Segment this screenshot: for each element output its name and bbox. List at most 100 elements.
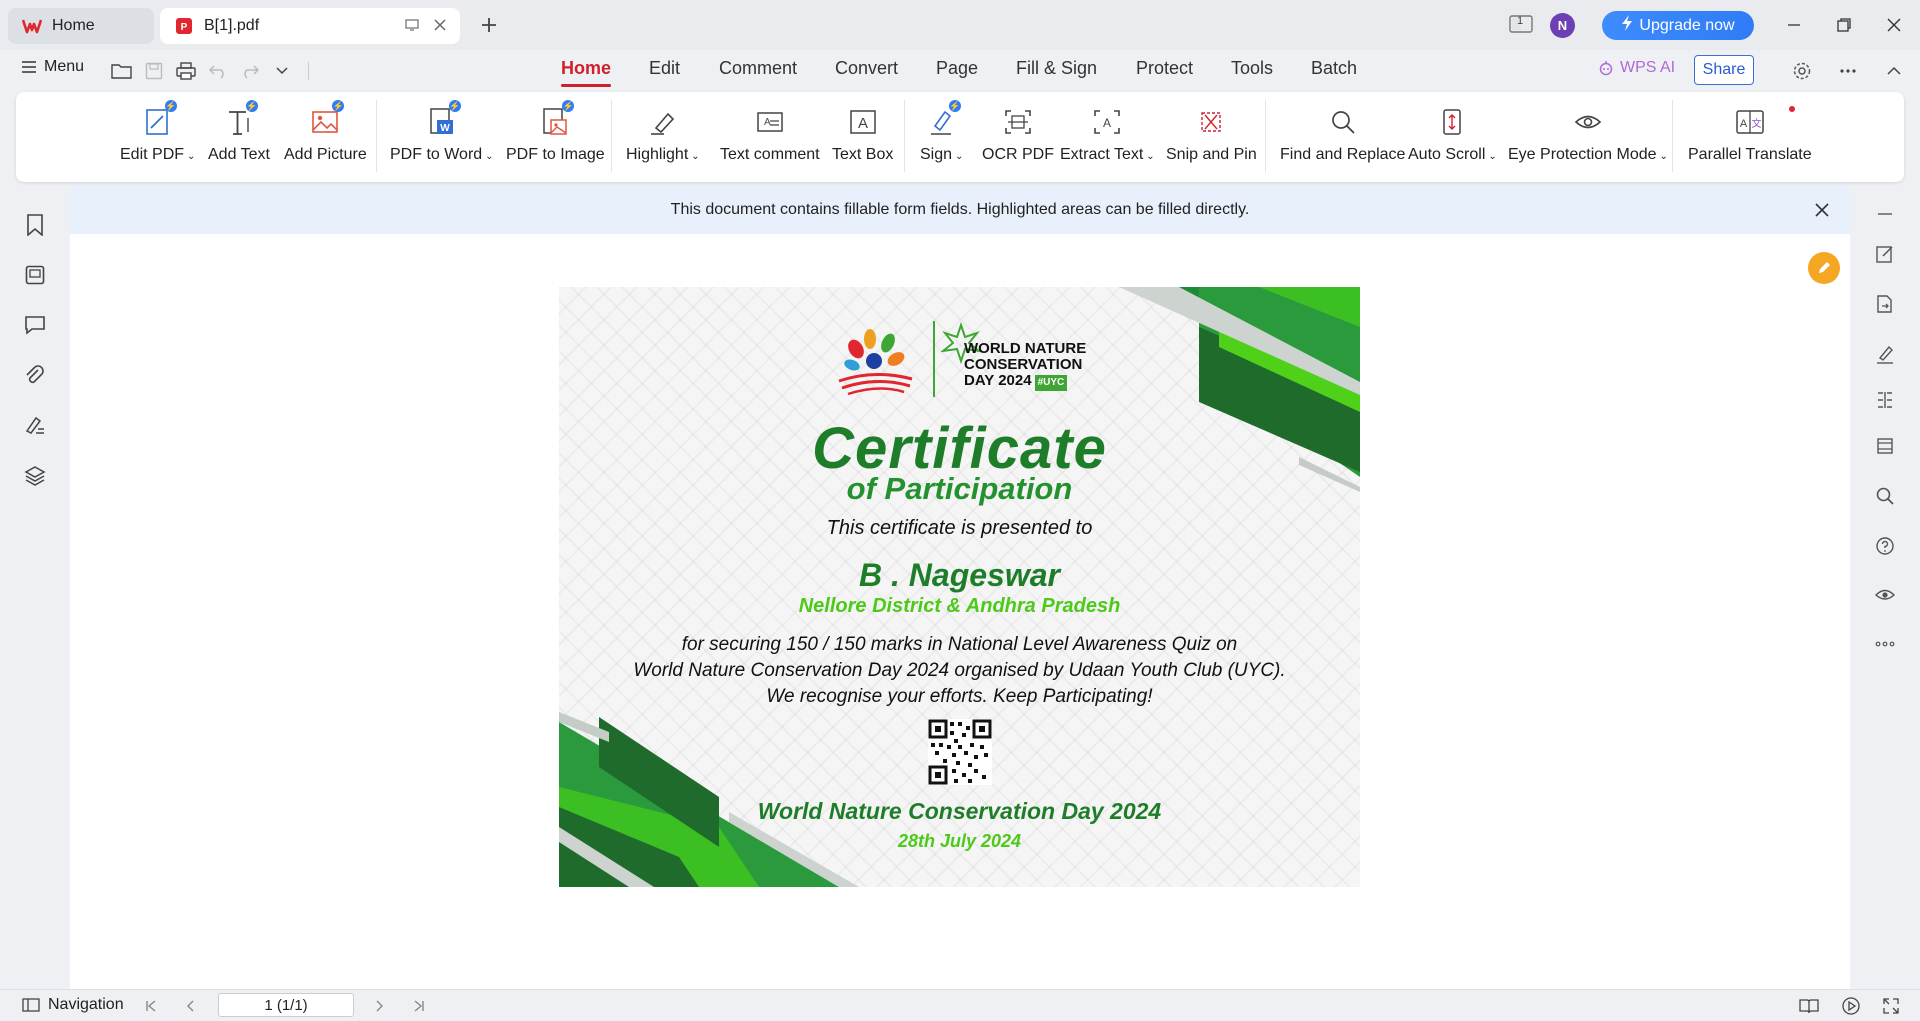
- convert-file-icon[interactable]: [1873, 292, 1897, 316]
- more-tools-icon[interactable]: [1873, 632, 1897, 656]
- sign-pen-icon[interactable]: [1873, 342, 1897, 366]
- restore-button[interactable]: [1831, 12, 1857, 38]
- close-notice-icon[interactable]: [1810, 198, 1834, 222]
- find-and-replace-label: Find and Replace: [1280, 146, 1406, 163]
- upgrade-button[interactable]: Upgrade now: [1602, 11, 1754, 40]
- new-tab-button[interactable]: [478, 10, 500, 40]
- pdf-to-image-button[interactable]: ⚡ PDF to Image: [506, 100, 605, 174]
- reading-mode-icon[interactable]: [1798, 995, 1820, 1017]
- pdf-file-icon: P: [174, 16, 194, 36]
- print-icon[interactable]: [174, 60, 198, 82]
- magnifier-icon: [1326, 104, 1360, 140]
- highlight-label: Highlight: [626, 146, 689, 163]
- pdf-to-word-button[interactable]: W ⚡ PDF to Word ⌄: [390, 100, 494, 174]
- extract-text-button[interactable]: A Extract Text ⌄: [1060, 104, 1155, 174]
- quick-access-dropdown-icon[interactable]: [270, 60, 294, 82]
- sign-label: Sign: [920, 146, 953, 163]
- add-text-button[interactable]: ⚡ Add Text: [208, 100, 270, 174]
- bookmark-icon[interactable]: [22, 212, 48, 238]
- add-picture-button[interactable]: ⚡ Add Picture: [284, 100, 367, 174]
- tab-home[interactable]: Home: [8, 8, 154, 44]
- logo-divider: [933, 321, 935, 397]
- navigation-toggle[interactable]: Navigation: [22, 996, 124, 1014]
- eye-care-icon[interactable]: [1873, 582, 1897, 606]
- text-box-icon: A: [846, 104, 880, 140]
- uyc-logo-icon: [838, 329, 913, 396]
- tab-home-ribbon[interactable]: Home: [561, 58, 612, 87]
- highlight-button[interactable]: Highlight ⌄: [626, 104, 700, 174]
- logo-line-1: WORLD NATURE: [964, 340, 1087, 357]
- tab-document[interactable]: P B[1].pdf: [160, 8, 460, 44]
- text-comment-button[interactable]: A Text comment: [720, 104, 820, 174]
- signature-panel-icon[interactable]: [22, 412, 48, 438]
- tab-convert[interactable]: Convert: [835, 58, 898, 79]
- fullscreen-icon[interactable]: [1880, 995, 1902, 1017]
- auto-scroll-button[interactable]: Auto Scroll ⌄: [1408, 104, 1497, 174]
- redo-icon[interactable]: [238, 60, 262, 82]
- right-sidebar: [1850, 186, 1920, 989]
- attachment-icon[interactable]: [22, 362, 48, 388]
- text-comment-label: Text comment: [720, 146, 820, 163]
- pen-sign-icon: ⚡: [925, 100, 961, 140]
- edit-fab-icon[interactable]: [1808, 252, 1840, 284]
- text-box-button[interactable]: A Text Box: [832, 104, 893, 174]
- page-number-input[interactable]: 1 (1/1): [218, 993, 354, 1017]
- settings-icon[interactable]: [1790, 60, 1814, 82]
- wps-ai-button[interactable]: WPS AI: [1598, 59, 1675, 77]
- page-count-indicator[interactable]: 1: [1508, 10, 1534, 38]
- certificate-page: WORLD NATURE CONSERVATION DAY 2024 #UYC C…: [559, 287, 1360, 887]
- play-slideshow-icon[interactable]: [1840, 995, 1862, 1017]
- ocr-icon: [1001, 104, 1035, 140]
- text-box-label: Text Box: [832, 146, 894, 163]
- parallel-translate-button[interactable]: A文 Parallel Translate: [1688, 104, 1812, 174]
- more-options-icon[interactable]: [1836, 60, 1860, 82]
- edit-pdf-label: Edit PDF: [120, 146, 185, 163]
- layers-icon[interactable]: [22, 462, 48, 488]
- search-icon[interactable]: [1873, 484, 1897, 508]
- sign-button[interactable]: ⚡ Sign ⌄: [920, 100, 963, 174]
- notice-text: This document contains fillable form fie…: [670, 201, 1250, 218]
- help-icon[interactable]: [1873, 534, 1897, 558]
- translate-icon: A文: [1733, 104, 1767, 140]
- next-page-icon[interactable]: [370, 997, 388, 1015]
- close-tab-icon[interactable]: [432, 17, 448, 38]
- collapse-ribbon-icon[interactable]: [1882, 60, 1906, 82]
- undo-icon[interactable]: [206, 60, 230, 82]
- auto-scroll-icon: [1435, 104, 1469, 140]
- tab-comment[interactable]: Comment: [719, 58, 797, 79]
- collapse-panel-icon[interactable]: [1873, 202, 1897, 226]
- tab-tools[interactable]: Tools: [1231, 58, 1273, 79]
- thumbnails-icon[interactable]: [22, 262, 48, 288]
- comments-panel-icon[interactable]: [22, 312, 48, 338]
- open-folder-icon[interactable]: [110, 60, 134, 82]
- ai-sparkle-icon: [1599, 61, 1613, 76]
- save-icon[interactable]: [142, 60, 166, 82]
- tab-page[interactable]: Page: [936, 58, 978, 79]
- edit-pdf-icon: ⚡: [141, 100, 177, 140]
- avatar[interactable]: N: [1550, 13, 1575, 38]
- first-page-icon[interactable]: [142, 997, 160, 1015]
- extract-text-label: Extract Text: [1060, 146, 1144, 163]
- compare-icon[interactable]: [1873, 388, 1897, 412]
- tab-fill-sign[interactable]: Fill & Sign: [1016, 58, 1097, 79]
- highlighter-icon: [646, 104, 680, 140]
- snip-and-pin-button[interactable]: Snip and Pin: [1166, 104, 1257, 174]
- edit-document-icon[interactable]: [1873, 242, 1897, 266]
- uyc-tag: #UYC: [1034, 375, 1068, 391]
- last-page-icon[interactable]: [410, 997, 428, 1015]
- eye-protection-mode-button[interactable]: Eye Protection Mode ⌄: [1508, 104, 1668, 174]
- tab-protect[interactable]: Protect: [1136, 58, 1193, 79]
- window-mode-icon[interactable]: [404, 17, 420, 38]
- menu-button[interactable]: Menu: [22, 58, 84, 76]
- close-window-button[interactable]: [1881, 12, 1907, 38]
- tab-edit[interactable]: Edit: [649, 58, 680, 79]
- ocr-pdf-button[interactable]: OCR PDF: [982, 104, 1054, 174]
- find-and-replace-button[interactable]: Find and Replace: [1280, 104, 1405, 174]
- previous-page-icon[interactable]: [182, 997, 200, 1015]
- page-view-icon[interactable]: [1873, 434, 1897, 458]
- edit-pdf-button[interactable]: ⚡ Edit PDF ⌄: [120, 100, 195, 174]
- ribbon-divider: [1672, 100, 1673, 172]
- tab-batch[interactable]: Batch: [1311, 58, 1357, 79]
- share-button[interactable]: Share: [1694, 55, 1754, 85]
- minimize-button[interactable]: [1781, 12, 1807, 38]
